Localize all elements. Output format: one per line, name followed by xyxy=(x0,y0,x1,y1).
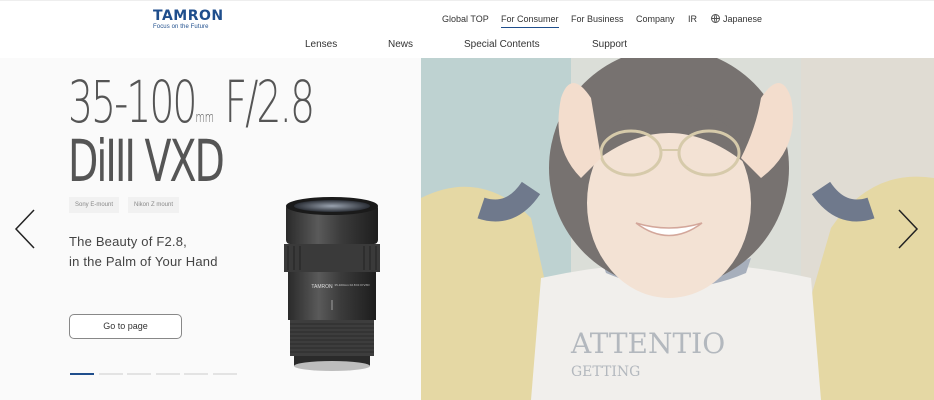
top-nav-for-business[interactable]: For Business xyxy=(571,13,624,25)
slide-dot-4[interactable] xyxy=(156,373,180,375)
hero-photo-illustration: ATTENTIO GETTING xyxy=(421,58,934,400)
product-unit: mm xyxy=(195,110,215,126)
main-nav-special-contents[interactable]: Special Contents xyxy=(464,39,540,51)
slide-dot-2[interactable] xyxy=(99,373,123,375)
lens-product-image: TAMRON 35-100mm F2.8 Di III VXD xyxy=(284,197,380,371)
hero-product-panel: 35-100mm F/2.8 DiIII VXD Sony E-mount Ni… xyxy=(0,58,421,400)
top-nav-language[interactable]: Japanese xyxy=(711,13,762,25)
language-label: Japanese xyxy=(723,14,763,24)
slide-dot-6[interactable] xyxy=(213,373,237,375)
main-nav-lenses[interactable]: Lenses xyxy=(305,39,337,51)
tagline-line1: The Beauty of F2.8, xyxy=(69,234,187,249)
mount-badge-sony: Sony E-mount xyxy=(69,197,120,213)
slide-dot-3[interactable] xyxy=(127,373,151,375)
slide-dot-5[interactable] xyxy=(184,373,208,375)
chevron-right-icon xyxy=(898,209,919,249)
main-nav-news[interactable]: News xyxy=(388,39,413,51)
hero-tagline: The Beauty of F2.8, in the Palm of Your … xyxy=(69,232,218,272)
lens-model-label: 35-100mm F2.8 Di III VXD xyxy=(334,283,370,287)
top-nav-company[interactable]: Company xyxy=(636,13,675,25)
slider-next-button[interactable] xyxy=(897,208,919,250)
hero-photo: ATTENTIO GETTING xyxy=(421,58,934,400)
globe-icon xyxy=(711,14,720,23)
slider-prev-button[interactable] xyxy=(14,208,36,250)
top-nav-ir[interactable]: IR xyxy=(688,13,697,25)
site-header: TAMRON Focus on the Future Global TOP Fo… xyxy=(0,0,934,58)
go-to-page-button[interactable]: Go to page xyxy=(69,314,182,339)
main-nav-support[interactable]: Support xyxy=(592,39,627,51)
product-name-line2: DiIII VXD xyxy=(68,127,225,195)
logo-tagline: Focus on the Future xyxy=(153,24,209,30)
tagline-line2: in the Palm of Your Hand xyxy=(69,254,218,269)
slide-dot-1[interactable] xyxy=(70,373,94,375)
product-focal-length: 35-100 xyxy=(68,68,198,136)
logo-text: TAMRON xyxy=(153,8,224,24)
top-nav-global-top[interactable]: Global TOP xyxy=(442,13,489,25)
tamron-logo[interactable]: TAMRON Focus on the Future xyxy=(153,9,224,31)
top-nav-for-consumer[interactable]: For Consumer xyxy=(501,13,559,28)
product-aperture: F/2.8 xyxy=(224,68,316,136)
chevron-left-icon xyxy=(14,209,35,249)
mount-badge-nikon: Nikon Z mount xyxy=(128,197,180,213)
lens-brand-label: TAMRON xyxy=(311,284,333,290)
hero-slider: 35-100mm F/2.8 DiIII VXD Sony E-mount Ni… xyxy=(0,58,934,400)
